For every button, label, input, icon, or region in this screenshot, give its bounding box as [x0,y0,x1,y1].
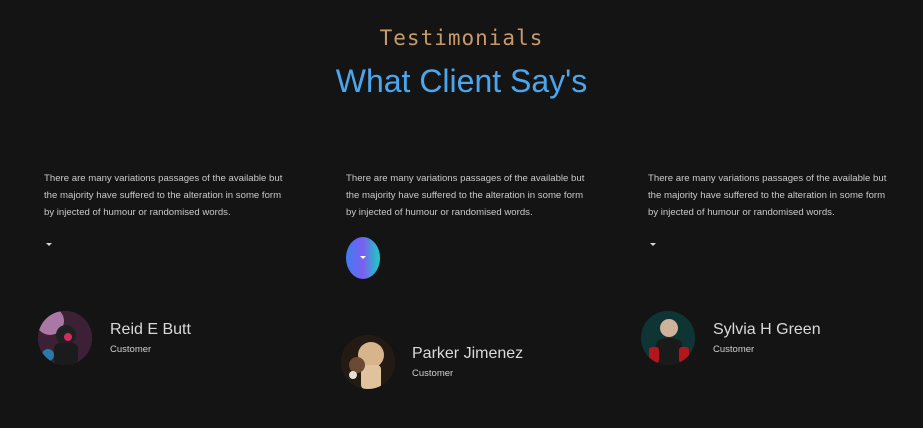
caret-down-icon [46,243,52,246]
testimonial-text: There are many variations passages of th… [648,173,887,218]
person-avatar-icon [641,311,695,365]
author-avatar [341,335,395,389]
person-avatar-icon [341,335,395,389]
author-name: Sylvia H Green [713,321,821,338]
author-avatar [641,311,695,365]
testimonial-card: There are many variations passages of th… [346,170,586,221]
caret-down-icon [360,256,366,259]
author-name: Parker Jimenez [412,345,524,362]
section-title: What Client Say's [335,63,588,99]
testimonial-card: There are many variations passages of th… [44,170,284,221]
testimonial-card: There are many variations passages of th… [648,170,888,221]
caret-down-icon [650,243,656,246]
author-role: Customer [713,344,755,355]
author-role: Customer [110,344,152,355]
testimonial-text: There are many variations passages of th… [44,173,283,218]
author-name: Reid E Butt [110,321,191,338]
person-avatar-icon [38,311,92,365]
author-role: Customer [412,368,454,379]
active-indicator-bubble[interactable] [346,237,380,279]
section-eyebrow: Testimonials [379,26,544,50]
author-avatar [38,311,92,365]
testimonial-text: There are many variations passages of th… [346,173,585,218]
